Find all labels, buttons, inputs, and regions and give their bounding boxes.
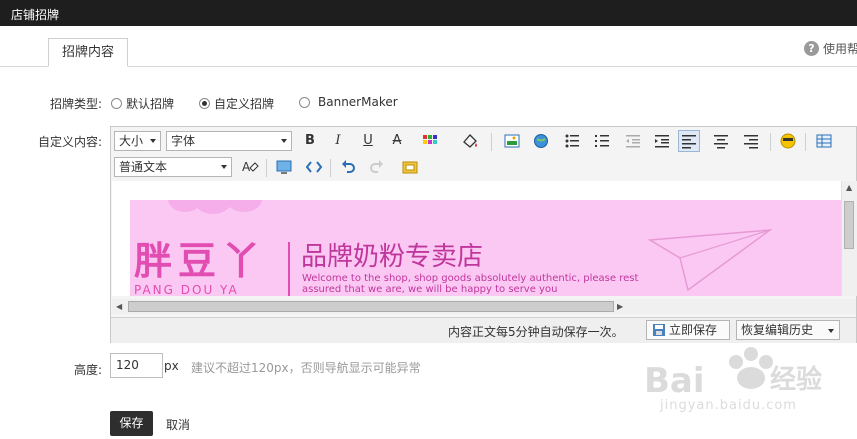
toolbar-row-2: 普通文本 A bbox=[111, 155, 857, 181]
align-center-icon[interactable] bbox=[710, 130, 732, 152]
help-label: 使用帮 bbox=[823, 42, 857, 56]
radio-bannermaker[interactable]: BannerMaker bbox=[299, 95, 398, 109]
floppy-disk-icon bbox=[653, 324, 665, 336]
template-icon[interactable] bbox=[399, 156, 421, 178]
banner-welcome-line-2: assured that we are, we will be happy to… bbox=[302, 284, 558, 295]
signboard-type-label: 招牌类型: bbox=[49, 97, 102, 111]
font-family-value: 字体 bbox=[171, 134, 196, 148]
vertical-scrollbar[interactable]: ▲ bbox=[841, 181, 857, 296]
svg-text:经验: 经验 bbox=[770, 364, 822, 395]
cancel-link[interactable]: 取消 bbox=[166, 416, 190, 433]
italic-icon[interactable]: I bbox=[327, 130, 349, 152]
underline-icon[interactable]: U bbox=[357, 130, 379, 152]
bold-icon[interactable]: B bbox=[299, 130, 321, 152]
rich-text-editor: 大小 字体 B I U A 普通文本 A 胖豆丫 PANG DOU YA 品牌奶… bbox=[110, 126, 857, 343]
emoticon-icon[interactable] bbox=[777, 130, 799, 152]
save-now-label: 立即保存 bbox=[669, 323, 718, 337]
signboard-banner-image: 胖豆丫 PANG DOU YA 品牌奶粉专卖店 Welcome to the s… bbox=[130, 200, 841, 296]
window-titlebar: 店铺招牌 bbox=[0, 0, 857, 26]
height-unit: px bbox=[164, 359, 179, 373]
fill-color-icon[interactable] bbox=[459, 130, 481, 152]
window-title: 店铺招牌 bbox=[11, 8, 60, 22]
horizontal-scrollbar[interactable]: ◀ ▶ bbox=[112, 299, 856, 314]
font-size-select[interactable]: 大小 bbox=[114, 131, 161, 151]
color-grid-icon[interactable] bbox=[419, 130, 441, 152]
strikethrough-icon[interactable]: A bbox=[386, 130, 408, 152]
svg-text:A: A bbox=[242, 160, 251, 174]
question-circle-icon: ? bbox=[804, 41, 819, 56]
height-hint: 建议不超过120px，否则导航显示可能异常 bbox=[191, 361, 421, 375]
indent-icon[interactable] bbox=[651, 130, 673, 152]
radio-label: BannerMaker bbox=[318, 95, 398, 109]
bullet-list-icon[interactable] bbox=[561, 130, 583, 152]
restore-history-button[interactable]: 恢复编辑历史 bbox=[736, 320, 840, 340]
height-label: 高度: bbox=[73, 363, 102, 377]
banner-welcome-line-1: Welcome to the shop, shop goods absolute… bbox=[302, 273, 639, 284]
align-right-icon[interactable] bbox=[740, 130, 762, 152]
numbered-list-icon[interactable] bbox=[591, 130, 613, 152]
save-button[interactable]: 保存 bbox=[110, 411, 153, 436]
help-link[interactable]: ? 使用帮 bbox=[804, 40, 857, 56]
horizontal-scroll-thumb[interactable] bbox=[128, 301, 614, 312]
image-icon[interactable] bbox=[501, 130, 523, 152]
radio-label: 自定义招牌 bbox=[214, 97, 275, 111]
save-now-button[interactable]: 立即保存 bbox=[646, 320, 730, 340]
radio-default-signboard[interactable]: 默认招牌 bbox=[111, 95, 174, 112]
autosave-note: 内容正文每5分钟自动保存一次。 bbox=[448, 325, 624, 339]
banner-brand-en: PANG DOU YA bbox=[134, 283, 239, 296]
baidu-paw-logo: Bai 经验 bbox=[644, 347, 822, 401]
paragraph-format-select[interactable]: 普通文本 bbox=[114, 157, 232, 177]
tab-strip: 招牌内容 bbox=[0, 38, 857, 67]
globe-link-icon[interactable] bbox=[530, 130, 552, 152]
chevron-down-icon bbox=[828, 329, 834, 333]
watermark-url: jingyan.baidu.com bbox=[660, 398, 797, 413]
paragraph-format-value: 普通文本 bbox=[119, 160, 168, 174]
toolbar-row-1: 大小 字体 B I U A bbox=[111, 129, 857, 155]
radio-dot-selected bbox=[199, 98, 210, 109]
svg-text:Bai: Bai bbox=[644, 361, 705, 401]
banner-brand-cn: 胖豆丫 bbox=[134, 239, 267, 283]
cloud-shape bbox=[226, 200, 262, 212]
radio-dot bbox=[111, 98, 122, 109]
align-left-icon[interactable] bbox=[678, 130, 700, 152]
banner-welcome-text: Welcome to the shop, shop goods absolute… bbox=[302, 273, 638, 295]
height-input[interactable]: 120 bbox=[110, 353, 163, 378]
font-family-select[interactable]: 字体 bbox=[166, 131, 292, 151]
font-size-value: 大小 bbox=[119, 134, 144, 148]
source-code-icon[interactable] bbox=[303, 156, 325, 178]
paper-plane-icon bbox=[647, 229, 773, 292]
vertical-scroll-thumb[interactable] bbox=[844, 201, 854, 249]
redo-icon[interactable] bbox=[366, 156, 388, 178]
outdent-icon[interactable] bbox=[622, 130, 644, 152]
clear-format-icon[interactable]: A bbox=[238, 156, 260, 178]
restore-history-label: 恢复编辑历史 bbox=[741, 323, 814, 337]
media-icon[interactable] bbox=[273, 156, 295, 178]
radio-label: 默认招牌 bbox=[126, 97, 175, 111]
editor-content-area[interactable]: 胖豆丫 PANG DOU YA 品牌奶粉专卖店 Welcome to the s… bbox=[112, 181, 841, 296]
baidu-watermark: Bai 经验 jingyan.baidu.com bbox=[640, 340, 857, 436]
radio-custom-signboard[interactable]: 自定义招牌 bbox=[199, 95, 274, 112]
custom-content-label: 自定义内容: bbox=[37, 135, 102, 149]
banner-divider bbox=[288, 242, 290, 296]
undo-icon[interactable] bbox=[337, 156, 359, 178]
tab-signboard-content[interactable]: 招牌内容 bbox=[48, 38, 128, 67]
table-icon[interactable] bbox=[813, 130, 835, 152]
banner-shop-name: 品牌奶粉专卖店 bbox=[301, 242, 484, 272]
radio-dot bbox=[299, 96, 310, 108]
